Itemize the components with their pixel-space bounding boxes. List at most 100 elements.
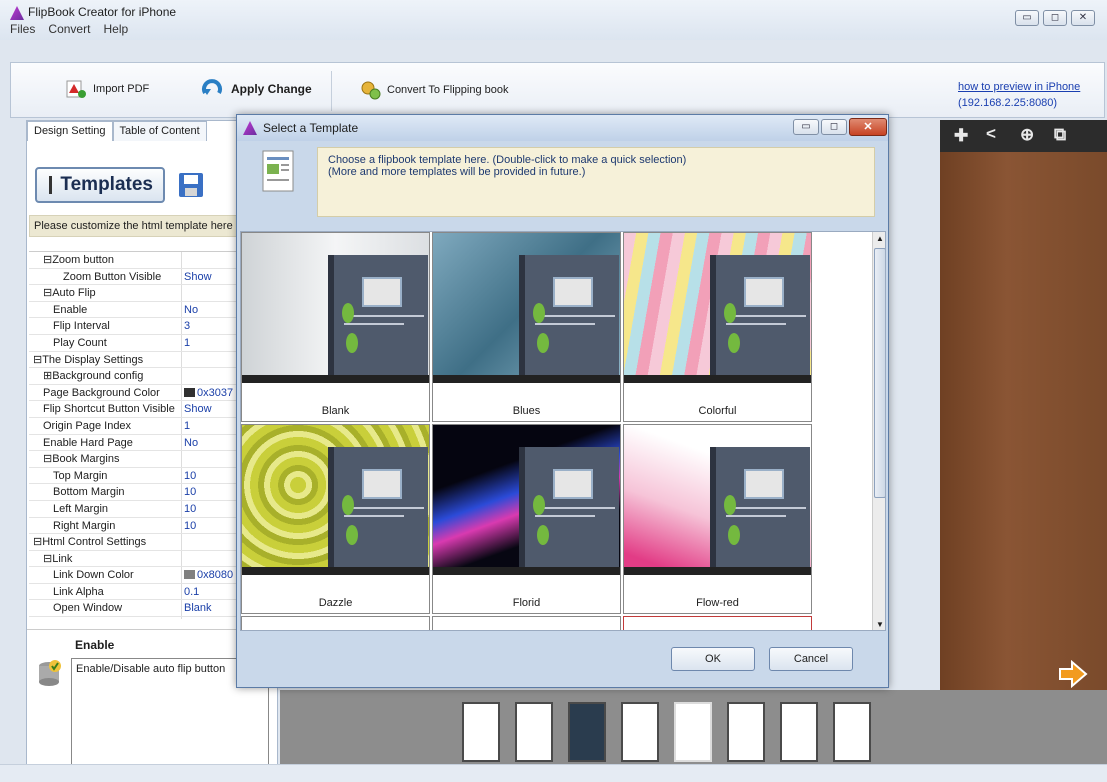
template-blank[interactable]: Blank xyxy=(241,232,430,422)
property-value[interactable]: 10 xyxy=(182,468,196,484)
convert-button[interactable]: Convert To Flipping book xyxy=(359,79,508,101)
share-icon[interactable]: < xyxy=(986,124,996,144)
close-button[interactable]: ✕ xyxy=(1071,10,1095,26)
cancel-button[interactable]: Cancel xyxy=(769,647,853,671)
template-scrollbar[interactable]: ▲ ▼ xyxy=(872,232,885,630)
template-name: Dazzle xyxy=(318,597,353,609)
property-value[interactable]: Blank xyxy=(182,600,212,616)
property-value-text: 10 xyxy=(184,519,197,532)
main-titlebar: FlipBook Creator for iPhone Files Conver… xyxy=(0,0,1107,40)
select-template-dialog: Select a Template ▭ ◻ ✕ Choose a flipboo… xyxy=(236,114,889,688)
apply-change-button[interactable]: Apply Change xyxy=(201,79,312,99)
property-value[interactable]: 10 xyxy=(182,518,196,534)
property-value[interactable] xyxy=(182,551,184,567)
property-key: Link Down Color xyxy=(29,567,182,583)
property-value[interactable]: 10 xyxy=(182,484,196,500)
dialog-maximize-button[interactable]: ◻ xyxy=(821,119,847,135)
template-cell-partial[interactable] xyxy=(241,616,430,630)
property-value[interactable]: 0x8080 xyxy=(182,567,233,583)
template-colorful[interactable]: Colorful xyxy=(623,232,812,422)
minimize-button[interactable]: ▭ xyxy=(1015,10,1039,26)
property-value[interactable] xyxy=(182,368,184,384)
property-value[interactable]: No xyxy=(182,302,198,318)
property-value[interactable]: 0.1 xyxy=(182,584,199,600)
property-key: Flip Shortcut Button Visible xyxy=(29,401,182,417)
template-cell-partial[interactable] xyxy=(432,616,621,630)
property-value[interactable]: Show xyxy=(182,269,212,285)
import-pdf-label: Import PDF xyxy=(93,83,150,95)
property-value[interactable]: 1 xyxy=(182,418,190,434)
template-flow-red[interactable]: Flow-red xyxy=(623,424,812,614)
property-value[interactable]: 3 xyxy=(182,318,190,334)
document-icon xyxy=(259,149,299,193)
template-grid: Blank Blues Colorful Dazzle Florid Flow-red ▲… xyxy=(240,231,886,631)
templates-button[interactable]: Templates xyxy=(35,167,165,203)
template-preview-image xyxy=(433,425,620,575)
next-page-arrow-icon[interactable] xyxy=(1058,659,1088,689)
zoom-icon[interactable]: ⊕ xyxy=(1020,125,1034,145)
property-key: Zoom Button Visible xyxy=(29,268,182,285)
gears-icon xyxy=(361,81,381,100)
template-florid[interactable]: Florid xyxy=(432,424,621,614)
color-swatch xyxy=(184,387,195,397)
property-key: ⊟Link xyxy=(29,550,182,567)
convert-label: Convert To Flipping book xyxy=(387,84,509,96)
menu-convert[interactable]: Convert xyxy=(48,22,90,36)
main-toolbar: Import PDF Apply Change Convert To Flipp… xyxy=(10,62,1105,118)
scroll-thumb[interactable] xyxy=(874,248,885,498)
dialog-info-line1: Choose a flipbook template here. (Double… xyxy=(328,154,687,166)
property-value-text: 0.1 xyxy=(184,585,200,598)
property-value[interactable] xyxy=(182,534,184,550)
scroll-down-icon[interactable]: ▼ xyxy=(876,620,884,629)
property-key: Play Count xyxy=(29,334,182,351)
save-icon[interactable] xyxy=(177,171,205,199)
template-name: Florid xyxy=(512,597,541,609)
preview-help-link[interactable]: how to preview in iPhone xyxy=(958,81,1080,93)
property-value[interactable] xyxy=(182,352,184,368)
property-key: Top Margin xyxy=(29,467,182,484)
app-icon xyxy=(10,6,24,20)
fullscreen-icon[interactable]: ⧉ xyxy=(1054,125,1066,145)
template-dazzle[interactable]: Dazzle xyxy=(241,424,430,614)
tab-table-of-content[interactable]: Table of Content xyxy=(112,121,207,141)
property-value-text: 10 xyxy=(184,502,197,515)
property-value[interactable]: 0x3037 xyxy=(182,385,233,401)
tab-design-setting[interactable]: Design Setting xyxy=(27,121,113,141)
menu-help[interactable]: Help xyxy=(104,22,129,36)
preview-toolbar: ✚ < ⊕ ⧉ xyxy=(940,120,1107,152)
dialog-close-button[interactable]: ✕ xyxy=(849,118,887,136)
property-value[interactable]: 10 xyxy=(182,501,196,517)
property-value[interactable] xyxy=(182,285,184,301)
property-value[interactable]: Show xyxy=(182,401,212,417)
template-preview-image xyxy=(624,425,811,575)
template-preview-image xyxy=(433,233,620,383)
maximize-button[interactable]: ◻ xyxy=(1043,10,1067,26)
property-value[interactable] xyxy=(182,617,184,619)
property-value-text: 1 xyxy=(184,419,191,432)
preview-address: (192.168.2.25:8080) xyxy=(958,97,1058,109)
templates-label: Templates xyxy=(60,174,153,195)
property-value-text: No xyxy=(184,303,199,316)
book-icon xyxy=(49,176,53,194)
property-key: Enable xyxy=(29,301,182,318)
dialog-minimize-button[interactable]: ▭ xyxy=(793,119,819,135)
template-cell-partial[interactable] xyxy=(623,616,812,630)
ok-button[interactable]: OK xyxy=(671,647,755,671)
property-value-text: 10 xyxy=(184,486,197,499)
menu-files[interactable]: Files xyxy=(10,22,35,36)
thumbnail-image xyxy=(833,702,871,762)
pin-icon[interactable]: ✚ xyxy=(954,126,968,146)
import-pdf-button[interactable]: Import PDF xyxy=(65,79,149,99)
scroll-up-icon[interactable]: ▲ xyxy=(876,234,884,243)
settings-tabs: Design Setting Table of Content xyxy=(27,121,207,141)
dialog-titlebar: Select a Template xyxy=(237,115,888,141)
property-value[interactable] xyxy=(182,451,184,467)
template-preview-image xyxy=(624,233,811,383)
property-key: Open Window xyxy=(29,600,182,617)
property-value[interactable] xyxy=(182,252,184,268)
property-key: Right Margin xyxy=(29,517,182,534)
template-blues[interactable]: Blues xyxy=(432,232,621,422)
refresh-icon xyxy=(202,79,222,95)
property-value[interactable]: 1 xyxy=(182,335,190,351)
property-value[interactable]: No xyxy=(182,435,198,451)
